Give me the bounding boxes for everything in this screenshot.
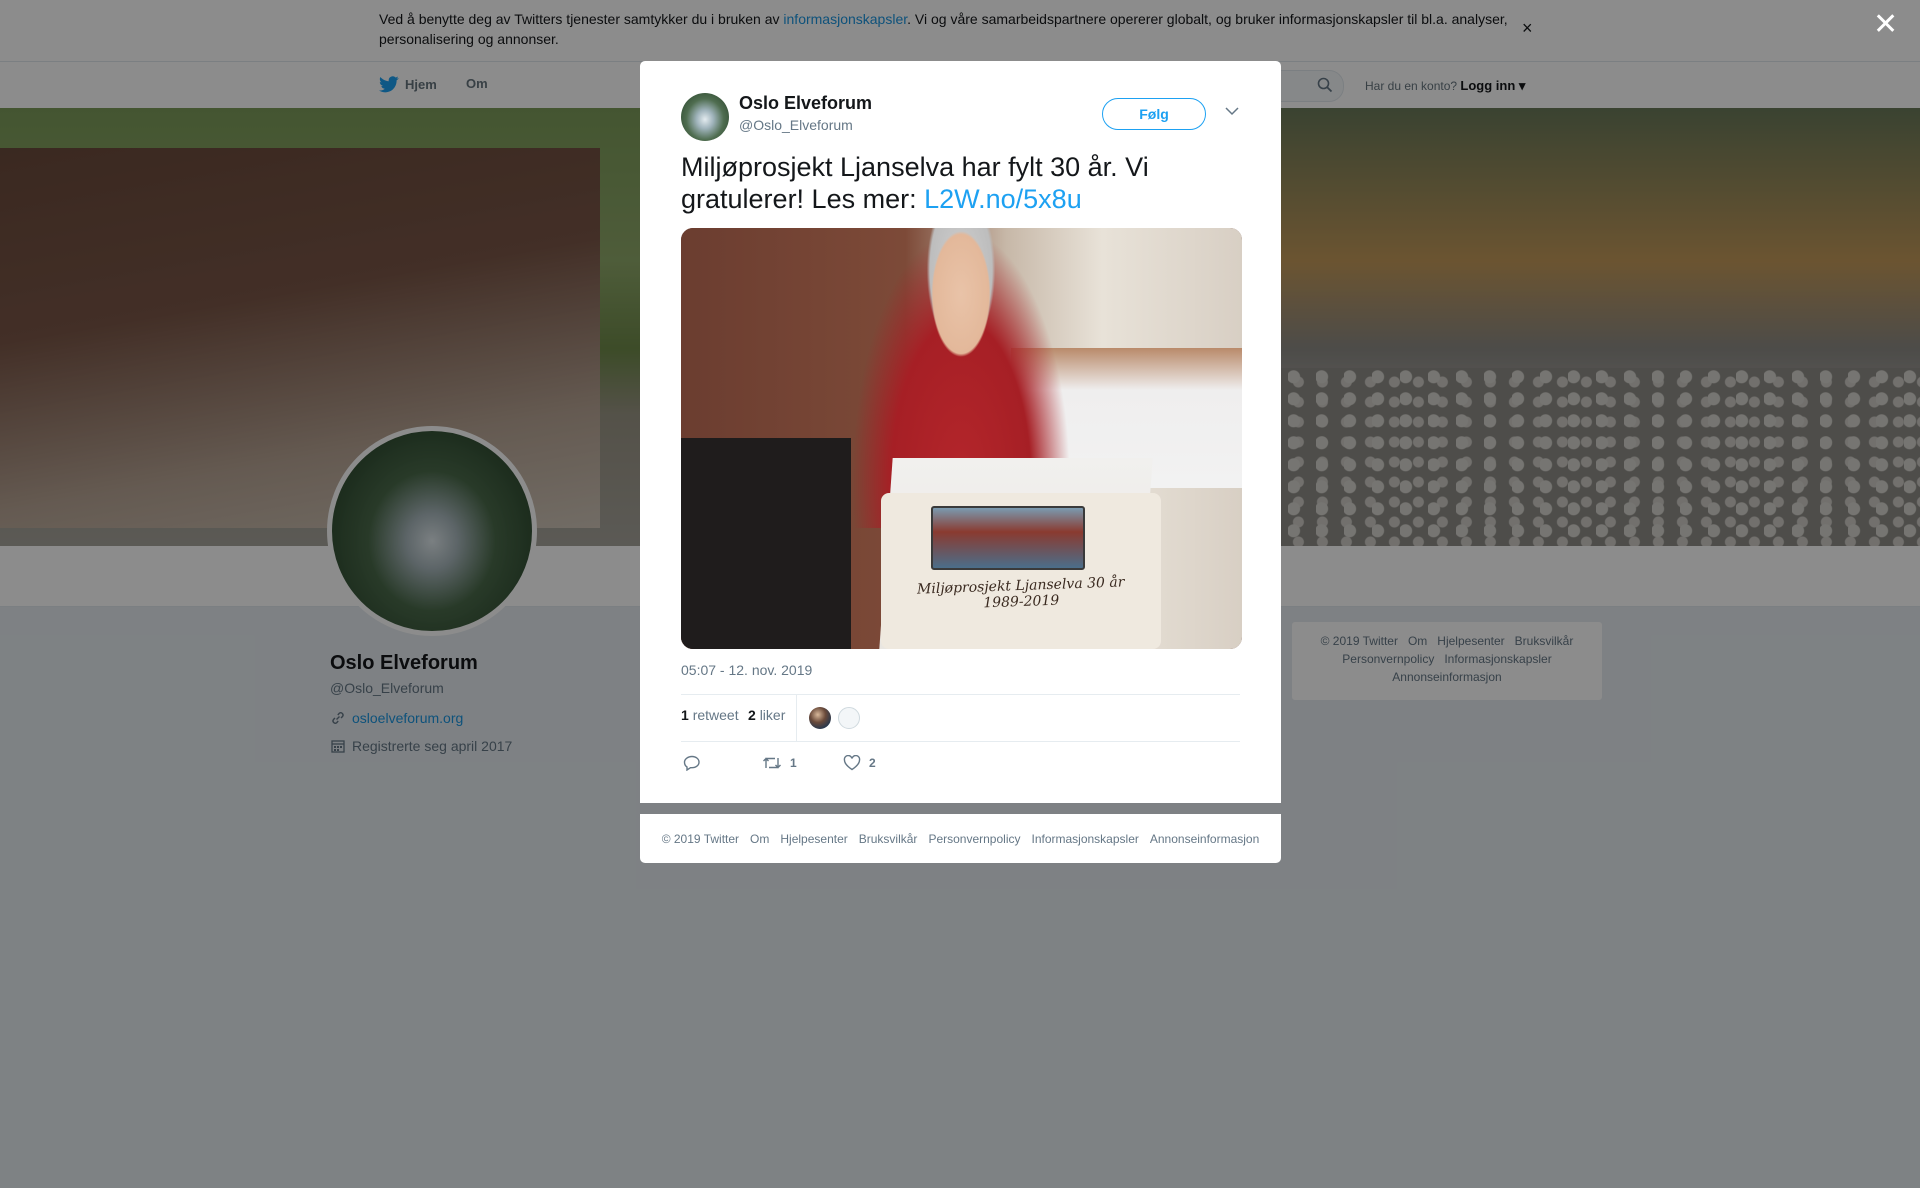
tweet-stats: 1 retweet 2 liker (681, 694, 1240, 742)
chevron-down-icon[interactable] (1225, 106, 1239, 116)
retweet-count: 1 (681, 707, 689, 723)
liker-avatar[interactable] (838, 707, 860, 729)
tweet-timestamp[interactable]: 05:07 - 12. nov. 2019 (681, 662, 812, 678)
tweet-text: Miljøprosjekt Ljanselva har fylt 30 år. … (681, 151, 1241, 215)
like-label: liker (759, 707, 786, 723)
heart-icon (843, 755, 861, 771)
tweet-link[interactable]: L2W.no/5x8u (924, 184, 1082, 214)
modal-footer: © 2019 Twitter Om Hjelpesenter Bruksvilk… (640, 814, 1281, 863)
tweet-actions: 1 2 (681, 751, 1240, 781)
liker-avatar[interactable] (809, 707, 831, 729)
like-action-count: 2 (869, 756, 876, 770)
retweet-button[interactable]: 1 (762, 755, 797, 771)
retweet-stat[interactable]: 1 retweet (681, 707, 739, 723)
reply-button[interactable] (683, 755, 701, 771)
photo-cake-picture (931, 506, 1085, 570)
retweet-label: retweet (692, 707, 739, 723)
like-stat[interactable]: 2 liker (748, 707, 785, 723)
tweet-photo[interactable]: Miljøprosjekt Ljanselva 30 år 1989-2019 (681, 228, 1242, 649)
tweet-author-name[interactable]: Oslo Elveforum (739, 93, 872, 114)
tweet-modal: Oslo Elveforum @Oslo_Elveforum Følg Milj… (640, 61, 1281, 803)
photo-stove (681, 438, 851, 649)
retweet-icon (763, 757, 781, 769)
footer-link[interactable]: Hjelpesenter (780, 832, 847, 846)
close-icon[interactable]: ✕ (1873, 10, 1898, 40)
like-count: 2 (748, 707, 756, 723)
stats-divider (796, 695, 797, 741)
footer-link[interactable]: Informasjonskapsler (1031, 832, 1138, 846)
tweet-author-handle[interactable]: @Oslo_Elveforum (739, 117, 853, 133)
footer-link[interactable]: Bruksvilkår (859, 832, 918, 846)
footer-link[interactable]: Annonseinformasjon (1150, 832, 1259, 846)
footer-link[interactable]: © 2019 Twitter (662, 832, 739, 846)
follow-button[interactable]: Følg (1102, 98, 1206, 130)
retweet-action-count: 1 (790, 756, 797, 770)
footer-link[interactable]: Om (750, 832, 769, 846)
footer-link[interactable]: Personvernpolicy (928, 832, 1020, 846)
like-button[interactable]: 2 (843, 755, 876, 771)
reply-icon (683, 755, 700, 771)
tweet-author-avatar[interactable] (681, 93, 729, 141)
